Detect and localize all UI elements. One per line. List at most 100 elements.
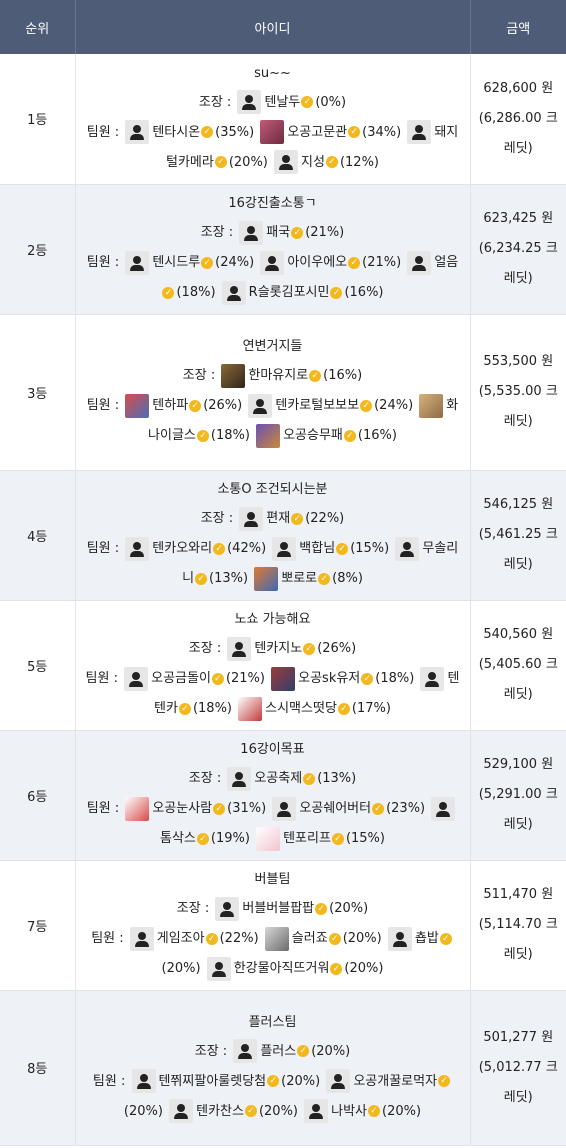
team-cell: 16강진출소통ㄱ 조장 : 패국 ✓ (21%) 팀원 : 텐시드루 ✓ (24%) 아이우… — [75, 184, 471, 315]
player-name-link[interactable]: 텐쮜찌팔아룰렛당첨 — [159, 1074, 267, 1089]
leader-label: 조장 : — [188, 641, 226, 656]
player-name-link[interactable]: 지성 — [301, 155, 325, 170]
share-percent: (13%) — [209, 571, 249, 586]
avatar-image — [264, 926, 289, 951]
share-percent: (18%) — [192, 701, 232, 716]
verified-badge-icon: ✓ — [348, 126, 361, 139]
amount-cell: 501,277 원 (5,012.77 크레딧) — [470, 990, 566, 1146]
player-name-link[interactable]: 텐카오와리 — [152, 541, 212, 556]
share-percent: (8%) — [332, 571, 363, 586]
leader-label: 조장 : — [200, 225, 238, 240]
player-name-link[interactable]: 백합님 — [299, 541, 335, 556]
verified-badge-icon: ✓ — [328, 932, 341, 945]
team-cell: 연변거지들 조장 : 한마유지로 ✓ (16%) 팀원 : 텐하파 ✓ (26%) 텐카로털… — [75, 314, 471, 471]
player-name-link[interactable]: 톰삭스 — [160, 831, 196, 846]
player-name-link[interactable]: 오공고문관 — [287, 125, 347, 140]
share-percent: (16%) — [344, 285, 384, 300]
amount-credit: (5,291.00 크레딧) — [478, 787, 558, 832]
members-label: 팀원 : — [86, 124, 124, 140]
share-percent: (20%) — [161, 961, 201, 976]
amount-cell: 529,100 원 (5,291.00 크레딧) — [470, 730, 566, 861]
members-line: 팀원 : 오공눈사람 ✓ (31%) 오공쉐어버터 ✓ (23%) 톰삭스 ✓ (19%) … — [82, 794, 464, 854]
person-icon — [239, 220, 264, 245]
player-name-link[interactable]: 텐시드루 — [152, 255, 200, 270]
player-name-link[interactable]: 텐날두 — [264, 95, 300, 110]
player-name-link[interactable]: 한강물아직뜨거워 — [234, 961, 330, 976]
player-name-link[interactable]: 나박사 — [331, 1104, 367, 1119]
share-percent: (13%) — [317, 771, 357, 786]
id-column-header: 아이디 — [75, 0, 471, 54]
verified-badge-icon: ✓ — [372, 802, 385, 815]
leader-line: 조장 : 오공축제 ✓ (13%) — [82, 764, 464, 794]
verified-badge-icon: ✓ — [201, 256, 214, 269]
members-label: 팀원 : — [85, 671, 123, 686]
verified-badge-icon: ✓ — [330, 286, 343, 299]
share-percent: (20%) — [382, 1103, 422, 1119]
verified-badge-icon: ✓ — [267, 1075, 280, 1087]
player-name-link[interactable]: 아이우에오 — [287, 255, 347, 270]
share-percent: (16%) — [357, 428, 397, 443]
player-name-link[interactable]: 텐포리프 — [283, 831, 331, 846]
player-name-link[interactable]: 오공개꿀로먹자 — [353, 1074, 437, 1089]
amount-cell: 546,125 원 (5,461.25 크레딧) — [470, 470, 566, 601]
verified-badge-icon: ✓ — [196, 832, 209, 845]
player-name-link[interactable]: 텐카지노 — [254, 641, 302, 656]
player-name-link[interactable]: 오공쉐어버터 — [299, 801, 371, 816]
leader-label: 조장 : — [176, 901, 214, 916]
amount-cell: 511,470 원 (5,114.70 크레딧) — [470, 860, 566, 991]
player-name-link[interactable]: 오공승무패 — [283, 428, 343, 443]
share-percent: (24%) — [215, 255, 255, 270]
player-name-link[interactable]: 오공눈사람 — [152, 801, 212, 816]
verified-badge-icon: ✓ — [196, 429, 209, 442]
rank-cell: 3등 — [0, 314, 76, 471]
verified-badge-icon: ✓ — [318, 572, 331, 585]
table-row: 1등 su~~ 조장 : 텐날두 ✓ (0%) 팀원 : 텐타시온 ✓ (35%) 오공고문관… — [0, 54, 566, 185]
player-name-link[interactable]: 오공sk유저 — [298, 671, 360, 686]
rank-cell: 8등 — [0, 990, 76, 1146]
person-icon — [326, 1069, 351, 1093]
player-name-link[interactable]: 오공축제 — [254, 771, 302, 786]
player-name-link[interactable]: 스시맥스떳당 — [265, 701, 337, 716]
player-name-link[interactable]: 텐타시온 — [152, 125, 200, 140]
members-line: 팀원 : 텐하파 ✓ (26%) 텐카로털보보보 ✓ (24%) 화나이글스 ✓ (18%)… — [82, 391, 464, 451]
player-name-link[interactable]: R슬롯김포시민 — [249, 285, 330, 300]
player-name-link[interactable]: 오공금돌이 — [151, 671, 211, 686]
player-name-link[interactable]: 뽀로로 — [281, 571, 317, 586]
team-name: 플러스팀 — [248, 1014, 297, 1030]
player-name-link[interactable]: 플러스 — [260, 1044, 296, 1059]
amount-won: 623,425 원 — [483, 211, 554, 226]
verified-badge-icon: ✓ — [360, 399, 373, 412]
verified-badge-icon: ✓ — [211, 672, 224, 685]
player-name-link[interactable]: 얼음 — [434, 255, 458, 270]
person-icon — [169, 1099, 194, 1123]
rank-cell: 4등 — [0, 470, 76, 601]
player-name-link[interactable]: 버블버블팝팝 — [242, 901, 314, 916]
player-name-link[interactable]: 텐카로털보보보 — [275, 398, 359, 413]
person-icon — [125, 536, 150, 561]
player-name-link[interactable]: 텐하파 — [152, 398, 188, 413]
player-name-link[interactable]: 게임조아 — [157, 931, 205, 946]
player-name-link[interactable]: 춉밥 — [415, 931, 439, 946]
person-icon — [221, 280, 246, 305]
person-icon — [125, 250, 150, 275]
share-percent: (20%) — [228, 154, 268, 170]
player-name-link[interactable]: 슬러죠 — [292, 931, 328, 946]
members-label: 팀원 : — [86, 801, 124, 816]
person-icon — [125, 120, 150, 145]
person-icon — [206, 956, 231, 981]
leader-label: 조장 : — [194, 1043, 232, 1059]
player-name-link[interactable]: 한마유지로 — [248, 368, 308, 383]
share-percent: (26%) — [203, 398, 243, 413]
team-cell: 노쇼 가능해요 조장 : 텐카지노 ✓ (26%) 팀원 : 오공금돌이 ✓ (21%) 오… — [75, 600, 471, 731]
player-name-link[interactable]: 편재 — [266, 511, 290, 526]
team-name: 16강이목표 — [240, 742, 305, 757]
leader-label: 조장 : — [188, 771, 226, 786]
amount-won: 511,470 원 — [483, 887, 554, 902]
player-name-link[interactable]: 패국 — [266, 225, 290, 240]
rank-cell: 7등 — [0, 860, 76, 991]
team-name: su~~ — [254, 65, 291, 81]
share-percent: (31%) — [227, 801, 267, 816]
members-line: 팀원 : 텐타시온 ✓ (35%) 오공고문관 ✓ (34%) 돼지털카메라 ✓ (20%)… — [82, 118, 464, 178]
avatar-image — [256, 826, 281, 851]
player-name-link[interactable]: 텐카찬스 — [196, 1104, 244, 1119]
